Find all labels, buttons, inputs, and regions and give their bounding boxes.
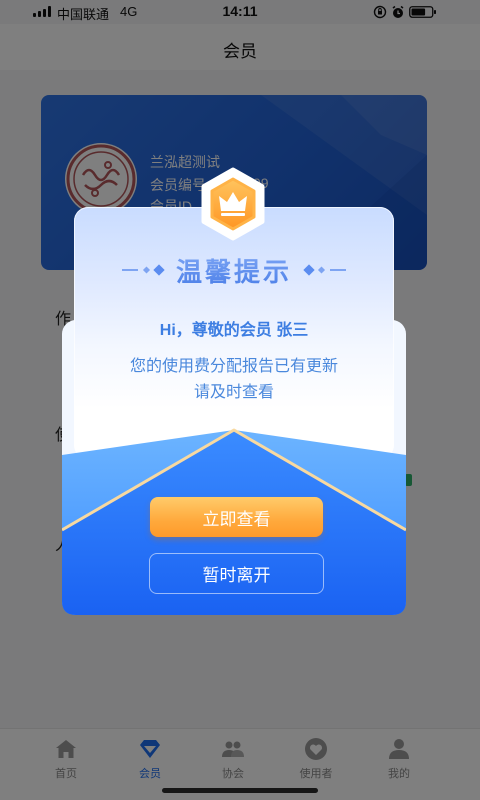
screen: 中国联通 4G 14:11 会员 [0,0,480,800]
home-indicator[interactable] [162,788,318,793]
leave-for-now-button[interactable]: 暂时离开 [149,553,324,594]
view-now-button[interactable]: 立即查看 [150,497,323,537]
message-line-1: 您的使用费分配报告已有更新 [129,358,338,375]
modal-title-row: 温馨提示 [74,252,394,288]
greeting-text: Hi，尊敬的会员 张三 [159,322,309,339]
modal-title: 温馨提示 [74,252,394,289]
title-decoration-right [303,264,346,276]
message-line-2: 请及时查看 [193,384,274,401]
crown-icon [201,167,265,241]
